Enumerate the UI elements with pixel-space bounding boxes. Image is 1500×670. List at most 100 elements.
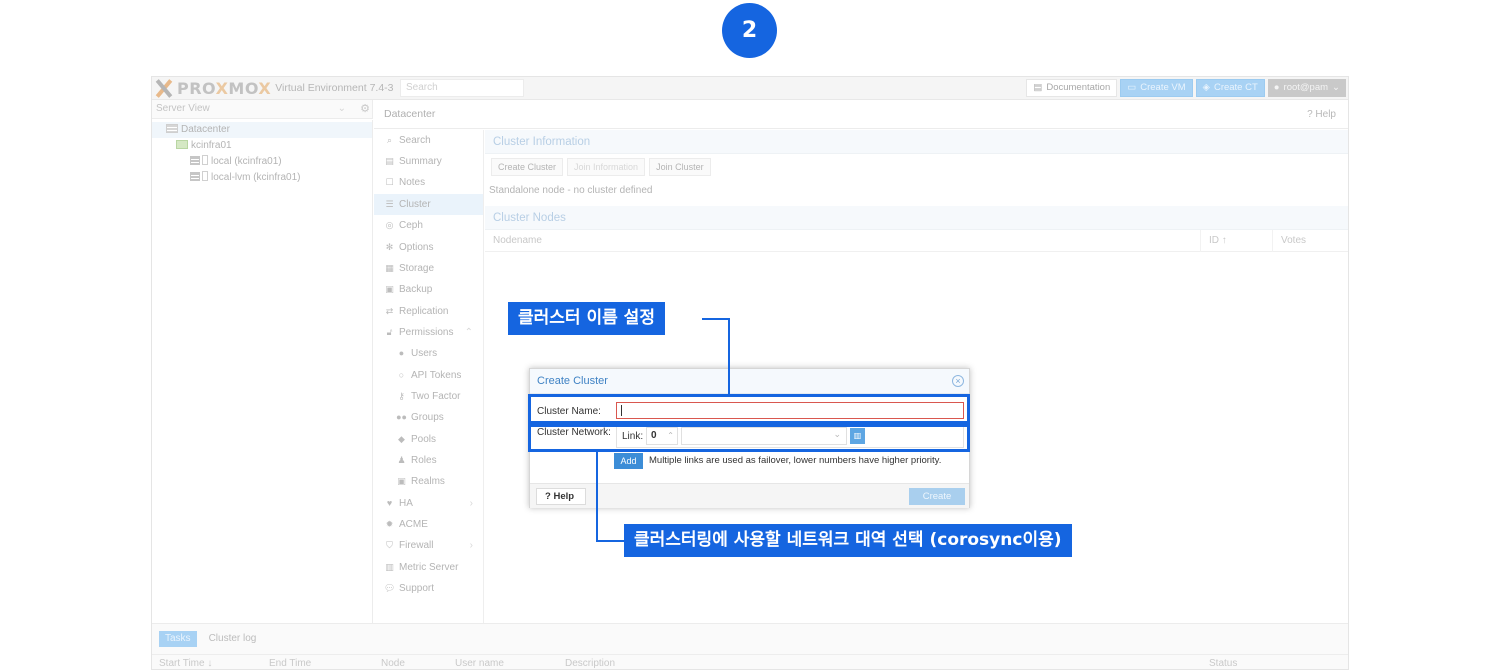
menu-item-support[interactable]: 💬︎ Support [374,578,483,599]
tree-item-node[interactable]: kcinfra01 [176,138,232,154]
ceph-icon: ◎ [385,220,394,230]
question-circle-icon: ? [1307,109,1313,120]
notes-icon: ☐ [385,177,394,187]
global-search-input[interactable]: Search [400,79,524,97]
floppy-icon: ▣ [385,284,394,294]
column-status[interactable]: Status [1202,655,1237,669]
menu-item-firewall[interactable]: ⛉ Firewall › [374,535,483,556]
cube-icon: ◈ [1202,82,1210,93]
callout-connector [596,540,624,542]
comments-icon: 💬︎ [384,583,396,593]
server-view-select[interactable]: Server View ⌄ [152,100,373,119]
menu-item-storage[interactable]: ▦ Storage [374,258,483,279]
menu-item-api-tokens[interactable]: ○ API Tokens [374,365,483,386]
heartbeat-icon: ♥ [386,498,393,508]
server-icon: ☰ [385,199,394,209]
tags-icon: ◆ [398,434,405,444]
desktop-icon: ▭ [1127,82,1137,93]
help-button[interactable]: ? Help [536,488,586,505]
chevron-right-icon: › [469,540,473,551]
callout-connector [728,318,730,395]
link-failover-hint: Multiple links are used as failover, low… [649,455,942,466]
step-number-badge: 2 [722,3,777,58]
column-description[interactable]: Description [558,655,615,669]
menu-item-replication[interactable]: ⇄ Replication [374,301,483,322]
chevron-right-icon: › [469,498,473,509]
cluster-name-highlight [528,394,970,424]
join-cluster-button[interactable]: Join Cluster [649,158,711,176]
column-user-name[interactable]: User name [448,655,504,669]
menu-item-metric-server[interactable]: ▥ Metric Server [374,557,483,578]
unlock-icon: 🔓︎ [386,327,393,337]
menu-item-notes[interactable]: ☐ Notes [374,172,483,193]
user-icon: ● [1273,82,1280,93]
tutorial-screenshot: 2 PROXMOX Virtual Environment 7.4-3 Sear… [0,0,1500,670]
tab-tasks[interactable]: Tasks [159,631,197,647]
cluster-network-callout: 클러스터링에 사용할 네트워크 대역 선택 (corosync이용) [624,524,1072,557]
menu-item-backup[interactable]: ▣ Backup [374,279,483,300]
documentation-button[interactable]: ▤ Documentation [1026,79,1118,97]
book-icon: ▤ [385,156,394,166]
menu-item-acme[interactable]: ✹ ACME [374,514,483,535]
column-start-time[interactable]: Start Time ↓ [152,655,212,669]
menu-item-roles[interactable]: ♟ Roles [374,450,483,471]
close-icon[interactable]: × [952,375,964,387]
menu-item-realms[interactable]: ▣ Realms [374,471,483,492]
storage-icon [190,156,200,165]
chevron-down-icon: ⌄ [337,103,346,114]
create-vm-button[interactable]: ▭ Create VM [1120,79,1193,97]
column-nodename[interactable]: Nodename [485,230,542,252]
user-icon: ● [398,348,405,358]
menu-item-groups[interactable]: ●● Groups [374,407,483,428]
tab-cluster-log[interactable]: Cluster log [203,631,263,647]
retweet-icon: ⇄ [385,306,394,316]
help-link[interactable]: ? Help [1307,100,1336,129]
menu-item-two-factor[interactable]: ⚷ Two Factor [374,386,483,407]
cluster-nodes-grid-header: Nodename ID ↑ Votes [485,230,1348,252]
join-information-button[interactable]: Join Information [567,158,646,176]
menu-item-ceph[interactable]: ◎ Ceph [374,215,483,236]
tree-item-datacenter[interactable]: Datacenter [152,122,372,138]
column-votes[interactable]: Votes [1272,230,1306,252]
add-link-button[interactable]: Add [614,453,643,469]
cluster-network-highlight [528,424,970,452]
menu-item-permissions[interactable]: 🔓︎ Permissions ⌃ [374,322,483,343]
tree-item-storage[interactable]: local-lvm (kcinfra01) [190,170,300,186]
callout-connector [596,451,598,542]
shield-icon: ⛉ [386,540,393,550]
proxmox-x-icon [154,79,174,97]
panel-title-bar: Datacenter ? Help [374,100,1348,129]
create-button[interactable]: Create [909,488,965,505]
menu-item-pools[interactable]: ◆ Pools [374,429,483,450]
address-book-icon: ▣ [397,476,406,486]
male-icon: ♟ [397,455,406,465]
chevron-up-icon: ⌃ [464,327,473,338]
database-icon: ▦ [385,263,394,273]
create-cluster-button[interactable]: Create Cluster [491,158,564,176]
top-bar: PROXMOX Virtual Environment 7.4-3 Search… [152,77,1348,100]
tree-item-storage[interactable]: local (kcinfra01) [190,154,282,170]
menu-item-options[interactable]: ✻ Options [374,237,483,258]
file-icon [202,171,208,181]
gear-icon: ✻ [385,242,394,252]
column-id[interactable]: ID ↑ [1200,230,1227,252]
column-end-time[interactable]: End Time [262,655,311,669]
storage-icon [190,172,200,181]
datacenter-icon [166,124,178,133]
key-icon: ⚷ [398,391,405,401]
create-ct-button[interactable]: ◈ Create CT [1195,79,1265,97]
proxmox-logo: PROXMOX Virtual Environment 7.4-3 [154,78,394,98]
menu-item-cluster[interactable]: ☰ Cluster [374,194,483,215]
user-menu-button[interactable]: ● root@pam ⌄ [1267,79,1346,97]
resource-tree: Datacenter kcinfra01 local (kcinfra01) l… [152,120,373,623]
column-node[interactable]: Node [374,655,405,669]
bar-chart-icon: ▥ [385,562,394,572]
menu-item-summary[interactable]: ▤ Summary [374,151,483,172]
menu-item-search[interactable]: ⌕ Search [374,130,483,151]
menu-item-ha[interactable]: ♥ HA › [374,493,483,514]
gear-icon[interactable]: ⚙ [356,100,374,119]
users-icon: ●● [396,412,407,422]
book-icon: ▤ [1033,82,1043,93]
user-outline-icon: ○ [398,370,405,380]
menu-item-users[interactable]: ● Users [374,343,483,364]
